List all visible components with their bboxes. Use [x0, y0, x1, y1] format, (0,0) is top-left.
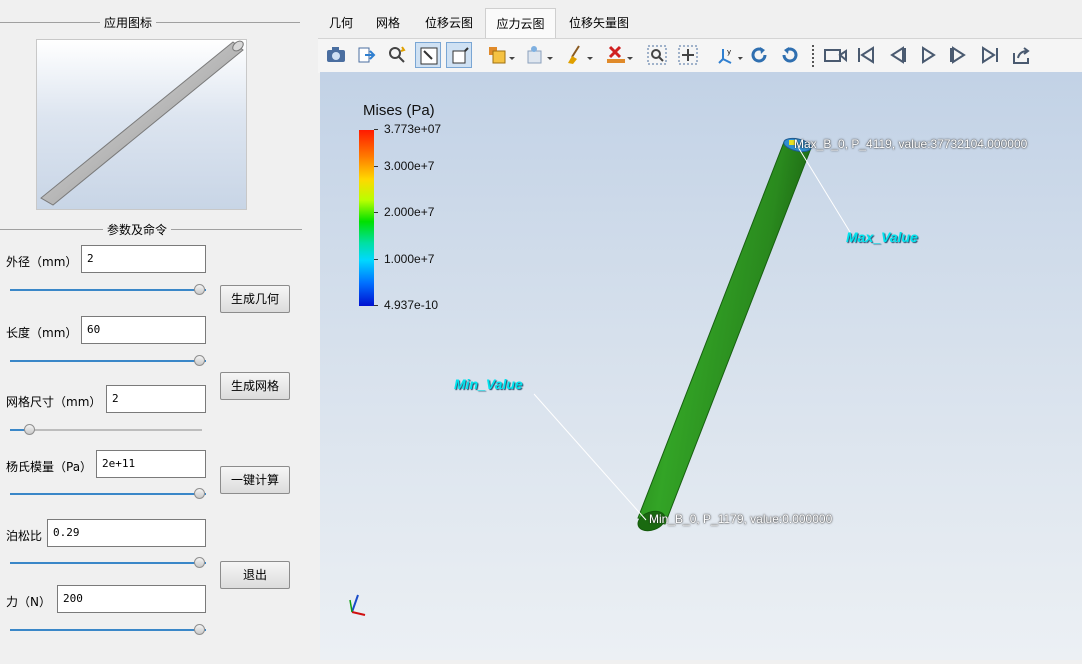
stress-model	[349, 137, 851, 616]
slider-handle[interactable]	[24, 424, 35, 435]
tab-stress-contour[interactable]: 应力云图	[485, 8, 556, 38]
exit-button[interactable]: 退出	[220, 561, 290, 589]
generate-mesh-button[interactable]: 生成网格	[220, 372, 290, 400]
icon-group-title: 应用图标	[100, 14, 157, 31]
mesh-size-slider[interactable]	[10, 423, 202, 437]
select-cell-icon[interactable]	[415, 42, 441, 68]
youngs-modulus-input[interactable]: 2e+11	[96, 450, 206, 478]
slider-handle[interactable]	[194, 557, 205, 568]
rotate-cw-icon[interactable]	[746, 42, 772, 68]
params-group-header: 参数及命令	[0, 221, 302, 238]
share-icon[interactable]	[1008, 42, 1034, 68]
force-input[interactable]: 200	[57, 585, 206, 613]
rotate-ccw-icon[interactable]	[777, 42, 803, 68]
select-point-icon[interactable]	[446, 42, 472, 68]
toolbar: y	[318, 38, 1082, 73]
generate-geometry-button[interactable]: 生成几何	[220, 285, 290, 313]
zoom-box-icon[interactable]	[644, 42, 670, 68]
outer-diameter-label: 外径（mm）	[6, 255, 78, 269]
poisson-ratio-slider[interactable]	[10, 556, 206, 570]
slider-handle[interactable]	[194, 284, 205, 295]
outer-diameter-slider[interactable]	[10, 283, 206, 297]
representation-icon[interactable]	[484, 42, 516, 68]
slider-handle[interactable]	[194, 624, 205, 635]
prev-frame-icon[interactable]	[884, 42, 910, 68]
mesh-size-input[interactable]: 2	[106, 385, 206, 413]
force-slider[interactable]	[10, 623, 206, 637]
tab-displacement-contour[interactable]: 位移云图	[414, 8, 484, 38]
render-viewport[interactable]: Mises (Pa) 3.773e+07 3.000e+7 2.000e+7 1…	[320, 72, 1082, 660]
youngs-modulus-label: 杨氏模量（Pa）	[6, 460, 93, 474]
view-tabs: 几何 网格 位移云图 应力云图 位移矢量图	[318, 8, 1082, 38]
length-label: 长度（mm）	[6, 326, 78, 340]
fit-view-icon[interactable]	[675, 42, 701, 68]
tab-displacement-vector[interactable]: 位移矢量图	[560, 8, 638, 38]
compute-button[interactable]: 一键计算	[220, 466, 290, 494]
record-icon[interactable]	[821, 42, 849, 68]
orientation-axes	[349, 594, 366, 616]
min-value-label: Min_Value	[454, 376, 523, 392]
outer-diameter-input[interactable]: 2	[81, 245, 206, 273]
viewport-bottom-border	[318, 660, 1082, 664]
length-input[interactable]: 60	[81, 316, 206, 344]
first-frame-icon[interactable]	[853, 42, 879, 68]
force-label: 力（N）	[6, 595, 51, 609]
icon-group-header: 应用图标	[0, 14, 300, 31]
export-icon[interactable]	[354, 42, 380, 68]
youngs-modulus-slider[interactable]	[10, 487, 206, 501]
slider-handle[interactable]	[194, 488, 205, 499]
max-value-label: Max_Value	[846, 229, 918, 245]
max-leader-line	[797, 146, 851, 233]
svg-text:y: y	[727, 48, 731, 56]
mesh-size-label: 网格尺寸（mm）	[6, 395, 102, 409]
play-icon[interactable]	[915, 42, 941, 68]
next-frame-icon[interactable]	[946, 42, 972, 68]
max-value-annotation: Max_B_0, P_4119, value:37732104.000000	[794, 137, 1028, 151]
last-frame-icon[interactable]	[977, 42, 1003, 68]
left-panel: 应用图标 参数及命令 外径（mm） 2 生成几何 长度（mm） 60 生成网格 …	[0, 0, 318, 664]
poisson-ratio-input[interactable]: 0.29	[47, 519, 206, 547]
tab-geometry[interactable]: 几何	[318, 8, 364, 38]
camera-icon[interactable]	[323, 42, 349, 68]
min-leader-line	[533, 393, 647, 521]
min-value-annotation: Min_B_0, P_1179, value:0.000000	[649, 512, 833, 526]
params-group-title: 参数及命令	[103, 221, 172, 238]
app-icon-preview	[36, 39, 247, 210]
length-slider[interactable]	[10, 354, 206, 368]
toolbar-separator	[812, 45, 814, 67]
poisson-ratio-label: 泊松比	[6, 529, 43, 543]
light-icon[interactable]	[522, 42, 554, 68]
rod-preview-image	[40, 40, 244, 206]
zoom-select-icon[interactable]	[384, 42, 410, 68]
axes-icon[interactable]: y	[714, 42, 744, 68]
delete-icon[interactable]	[602, 42, 636, 68]
clear-icon[interactable]	[562, 42, 594, 68]
tab-mesh[interactable]: 网格	[366, 8, 410, 38]
rod-body	[637, 141, 812, 525]
slider-handle[interactable]	[194, 355, 205, 366]
